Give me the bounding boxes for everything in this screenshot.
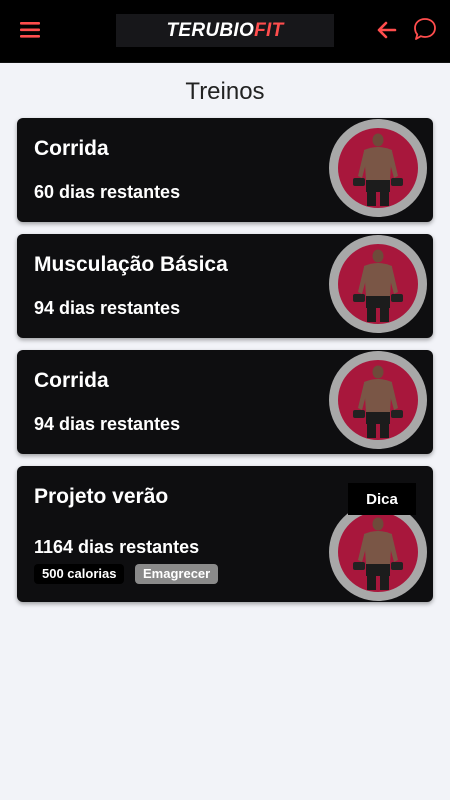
workout-avatar: [328, 234, 428, 334]
workout-card[interactable]: Projeto verão 1164 dias restantes 500 ca…: [17, 466, 433, 602]
workout-days-remaining: 94 dias restantes: [34, 298, 181, 318]
workout-card[interactable]: Musculação Básica 94 dias restantes: [17, 234, 433, 338]
logo-text-accent: FIT: [254, 19, 284, 41]
workout-days-remaining: 94 dias restantes: [34, 414, 181, 434]
app-logo: TERUBIO FIT: [116, 14, 334, 47]
workout-avatar: [328, 350, 428, 450]
app-header: TERUBIO FIT: [0, 0, 450, 63]
calories-tag: 500 calorias: [34, 564, 125, 584]
workout-avatar: [328, 502, 428, 602]
tip-button[interactable]: Dica: [348, 483, 416, 515]
workout-title: Projeto verão: [34, 485, 169, 508]
hamburger-menu-icon[interactable]: [18, 18, 44, 42]
workout-title: Corrida: [34, 137, 109, 160]
workout-card[interactable]: Corrida 60 dias restantes: [17, 118, 433, 222]
workout-title: Corrida: [34, 369, 109, 392]
goal-tag: Emagrecer: [135, 564, 219, 584]
logo-text-primary: TERUBIO: [166, 19, 255, 41]
workout-days-remaining: 1164 dias restantes: [34, 537, 200, 557]
page-title: Treinos: [185, 78, 265, 105]
chat-bubble-icon[interactable]: [412, 16, 438, 42]
workout-avatar: [328, 118, 428, 218]
workout-days-remaining: 60 dias restantes: [34, 182, 181, 202]
workout-title: Musculação Básica: [34, 253, 228, 276]
workout-card[interactable]: Corrida 94 dias restantes: [17, 350, 433, 454]
arrow-left-icon[interactable]: [374, 18, 398, 42]
